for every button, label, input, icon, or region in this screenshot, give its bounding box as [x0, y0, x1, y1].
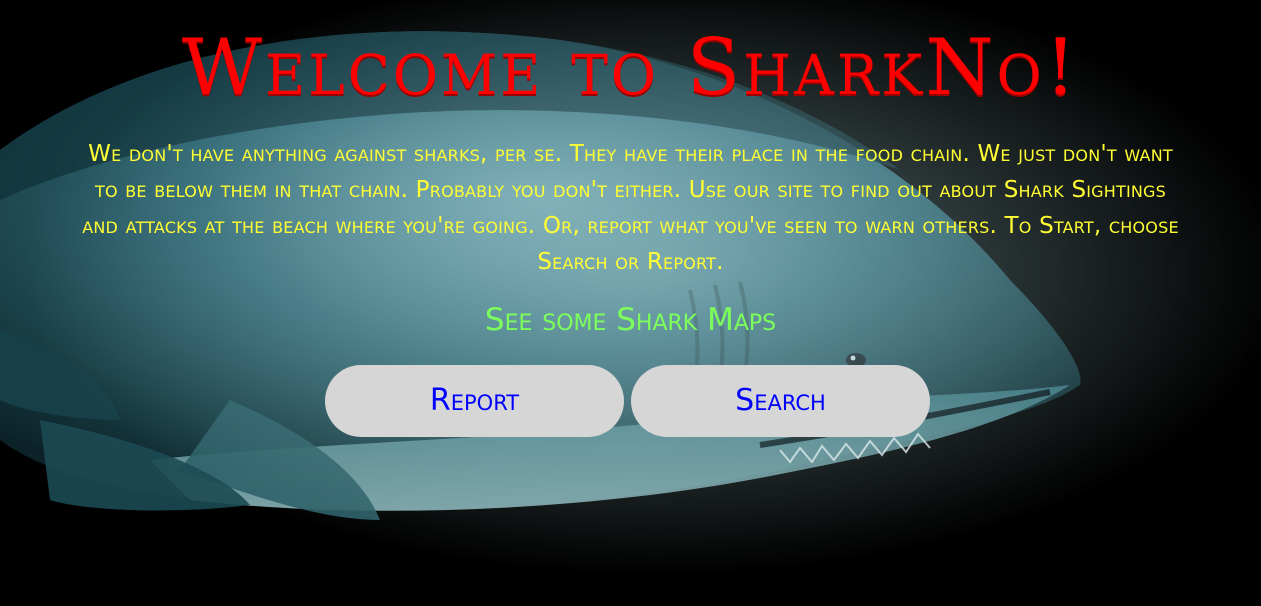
intro-text: We don't have anything against sharks, p…: [82, 141, 1179, 275]
page-title: Welcome to SharkNo!: [181, 23, 1080, 113]
shark-maps-link[interactable]: See some Shark Maps: [0, 300, 1261, 340]
report-button[interactable]: Report: [325, 365, 624, 437]
search-button[interactable]: Search: [631, 365, 930, 437]
page: Welcome to SharkNo! We don't have anythi…: [0, 0, 1261, 606]
